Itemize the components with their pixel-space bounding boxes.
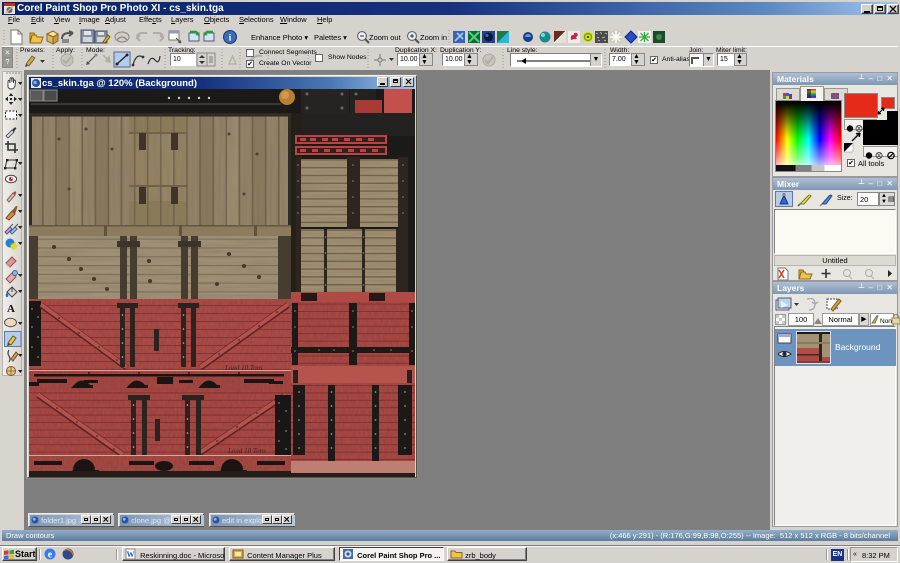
svg-text:e: e [48, 550, 53, 561]
svg-text:A: A [7, 303, 15, 315]
svg-text:Load 10 Tons: Load 10 Tons [227, 447, 266, 455]
svg-text:W: W [127, 550, 135, 559]
